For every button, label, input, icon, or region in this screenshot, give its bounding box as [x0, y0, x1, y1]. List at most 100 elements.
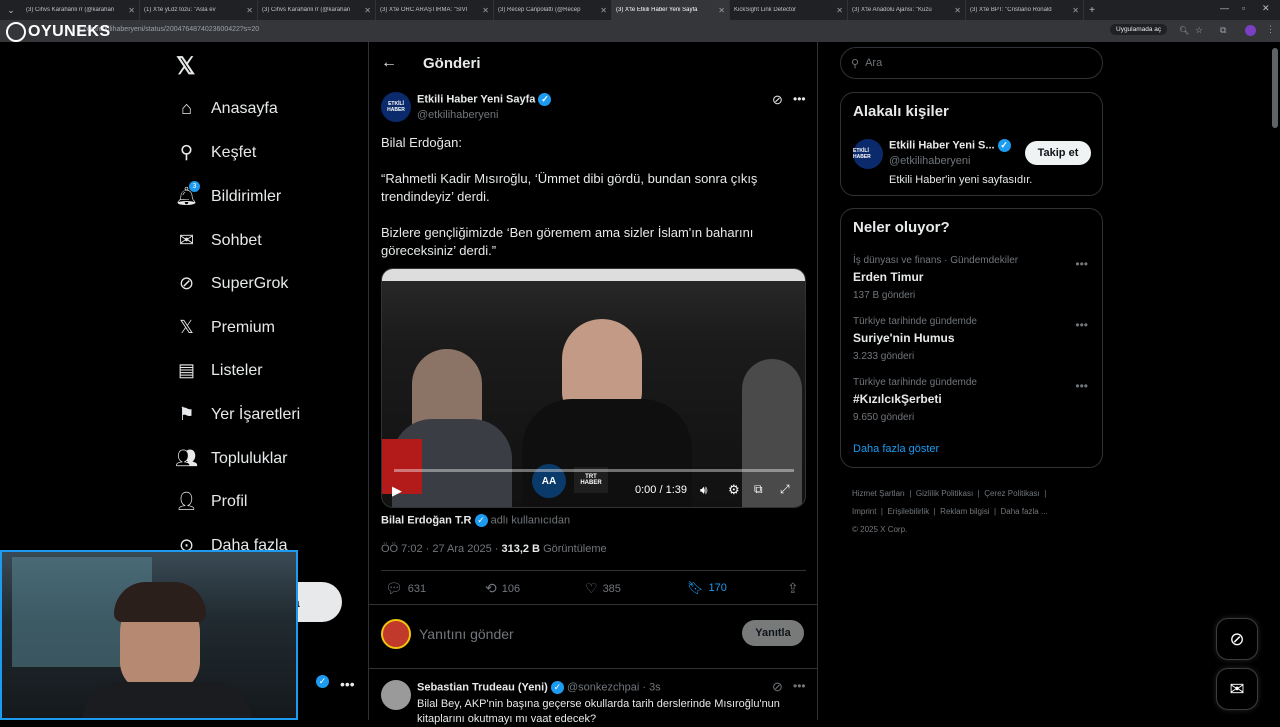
close-icon[interactable]: ✕	[718, 6, 725, 15]
nav-communities[interactable]: 👥︎ Topluluklar	[175, 448, 287, 469]
repost-button[interactable]: ⟲ 106	[485, 580, 520, 597]
x-logo-icon[interactable]: 𝕏	[176, 52, 195, 81]
close-icon[interactable]: ✕	[600, 6, 607, 15]
more-options-icon[interactable]: •••	[793, 92, 806, 106]
video-player[interactable]: AA TRT HABER ▶ 0:00 / 1:39 🔊︎ ⚙ ⧉ ⤢	[381, 268, 806, 508]
like-button[interactable]: ♡ 385	[585, 580, 621, 597]
nav-bookmarks[interactable]: ⚑ Yer İşaretleri	[176, 404, 300, 425]
browser-tab[interactable]: (3) X'te ORC ARAŞTIRMA: "SİVİ ✕	[376, 0, 494, 20]
notification-badge: 3	[189, 181, 200, 192]
browser-tab[interactable]: (3) Cihvs Karahânli rr (@karahan ✕	[258, 0, 376, 20]
trend-item[interactable]: Türkiye tarihinde gündemde Suriye'nin Hu…	[853, 316, 1093, 362]
footer-link[interactable]: Erişilebilirlik	[887, 507, 929, 516]
scrollbar-thumb[interactable]	[1272, 48, 1278, 128]
verified-icon: ✓	[550, 681, 564, 694]
grok-icon[interactable]: ⊘	[772, 679, 783, 695]
zoom-icon[interactable]: 🔍︎	[1179, 26, 1189, 35]
minimize-icon[interactable]: —	[1220, 3, 1229, 13]
messages-floating-button[interactable]: ✉	[1216, 668, 1258, 710]
share-button[interactable]: ⇪	[787, 580, 799, 597]
nav-explore[interactable]: ⚲ Keşfet	[176, 142, 256, 163]
search-box[interactable]: ⚲ Ara	[840, 47, 1103, 79]
reply-author-handle[interactable]: @sonkezchpai	[567, 681, 639, 693]
trend-more-icon[interactable]: •••	[1075, 379, 1088, 393]
tab-list-icon[interactable]: ⌄	[0, 5, 22, 16]
post-timestamp[interactable]: ÖÖ 7:02 · 27 Ara 2025 ·	[381, 543, 498, 555]
nav-messages[interactable]: ✉ Sohbet	[176, 230, 262, 251]
author-name[interactable]: Etkili Haber Yeni Sayfa ✓	[417, 93, 552, 106]
close-icon[interactable]: ✕	[954, 6, 961, 15]
nav-notifications[interactable]: 🔔︎ 3 Bildirimler	[175, 181, 282, 207]
close-icon[interactable]: ✕	[128, 6, 135, 15]
close-icon[interactable]: ✕	[246, 6, 253, 15]
volume-icon[interactable]: 🔊︎	[700, 483, 708, 498]
address-bar[interactable]: x.com/etkilihaberyeni/status/20047648740…	[0, 20, 1280, 42]
related-name[interactable]: Etkili Haber Yeni S... ✓	[889, 139, 1011, 152]
show-more-link[interactable]: Daha fazla göster	[853, 443, 939, 455]
author-handle[interactable]: @etkilihaberyeni	[417, 109, 499, 121]
search-input[interactable]: Ara	[865, 57, 882, 69]
trend-more-icon[interactable]: •••	[1075, 318, 1088, 332]
pip-icon[interactable]: ⧉	[754, 482, 763, 497]
nav-label: Yer İşaretleri	[211, 405, 301, 423]
follow-button[interactable]: Takip et	[1025, 141, 1091, 165]
browser-tab-active[interactable]: (3) X'te Etkili Haber Yeni Sayfa ✕	[612, 0, 730, 20]
nav-lists[interactable]: ▤ Listeler	[176, 360, 263, 381]
browser-tab-bar: ⌄ (3) Cihvs Karahânli rr (@karahan ✕ (1) …	[0, 0, 1280, 20]
footer-link[interactable]: Reklam bilgisi	[940, 507, 989, 516]
open-in-app-chip[interactable]: Uygulamada aç	[1110, 24, 1168, 35]
reply-submit-button[interactable]: Yanıtla	[742, 620, 804, 646]
new-tab-icon[interactable]: +	[1084, 5, 1100, 16]
browser-tab[interactable]: (1) X'te yLdz tozu: "Asla ev ✕	[140, 0, 258, 20]
nav-home[interactable]: ⌂ Anasayfa	[176, 98, 278, 119]
related-handle[interactable]: @etkilihaberyeni	[889, 155, 971, 167]
reply-time[interactable]: · 3s	[642, 681, 660, 693]
grok-floating-button[interactable]: ⊘	[1216, 618, 1258, 660]
settings-icon[interactable]: ⚙	[728, 482, 740, 498]
browser-tab[interactable]: KickSight Link Detector ✕	[730, 0, 848, 20]
trend-item[interactable]: Türkiye tarihinde gündemde #KızılcıkŞerb…	[853, 377, 1093, 423]
video-progress-bar[interactable]	[394, 469, 794, 472]
browser-tab[interactable]: (3) X'te BPT: "Cristiano Ronald ✕	[966, 0, 1084, 20]
bookmark-button[interactable]: 🔖︎ 170	[687, 580, 727, 596]
reply-button[interactable]: 💬︎ 631	[385, 580, 426, 597]
related-avatar[interactable]: ETKİLİ HABER	[853, 139, 883, 169]
footer-link[interactable]: Çerez Politikası	[984, 489, 1040, 498]
reply-input[interactable]: Yanıtını gönder	[419, 626, 514, 642]
trend-item[interactable]: İş dünyası ve finans · Gündemdekiler Erd…	[853, 255, 1093, 301]
restore-icon[interactable]: ▫	[1242, 3, 1245, 13]
nav-profile[interactable]: 👤︎ Profil	[175, 491, 247, 512]
trend-more-icon[interactable]: •••	[1075, 257, 1088, 271]
browser-tab[interactable]: (3) Cihvs Karahânli rr (@karahan ✕	[22, 0, 140, 20]
reply-author-avatar[interactable]	[381, 680, 411, 710]
author-avatar[interactable]: ETKİLİ HABER	[381, 92, 411, 122]
people-icon: 👥︎	[175, 448, 198, 468]
close-icon[interactable]: ✕	[836, 6, 843, 15]
back-arrow-icon[interactable]: ←	[381, 54, 397, 72]
fullscreen-icon[interactable]: ⤢	[780, 482, 790, 497]
account-more-icon[interactable]: •••	[340, 676, 355, 692]
grok-icon[interactable]: ⊘	[772, 92, 783, 108]
footer-link[interactable]: Daha fazla ...	[1001, 507, 1048, 516]
reply-author-name[interactable]: Sebastian Trudeau (Yeni)	[417, 681, 548, 693]
browser-tab[interactable]: (3) Recep Canpolattı (@Recep ✕	[494, 0, 612, 20]
mail-icon: ✉	[1229, 678, 1245, 699]
close-window-icon[interactable]: ✕	[1262, 3, 1270, 14]
nav-premium[interactable]: 𝕏 Premium	[176, 317, 275, 338]
close-icon[interactable]: ✕	[364, 6, 371, 15]
play-icon[interactable]: ▶	[392, 483, 402, 499]
browser-tab[interactable]: (3) X'te Anadolu Ajansı: "Kuzu ✕	[848, 0, 966, 20]
more-options-icon[interactable]: •••	[793, 679, 806, 693]
nav-label: Bildirimler	[211, 187, 282, 205]
footer-link[interactable]: Imprint	[852, 507, 876, 516]
star-icon[interactable]: ☆	[1195, 25, 1203, 36]
credit-name[interactable]: Bilal Erdoğan T.R	[381, 514, 471, 526]
close-icon[interactable]: ✕	[482, 6, 489, 15]
close-icon[interactable]: ✕	[1072, 6, 1079, 15]
footer-link[interactable]: Hizmet Şartları	[852, 489, 905, 498]
menu-icon[interactable]: ⋮	[1266, 24, 1275, 35]
nav-supergrok[interactable]: ⊘ SuperGrok	[176, 273, 288, 294]
footer-link[interactable]: Gizlilik Politikası	[916, 489, 973, 498]
extensions-icon[interactable]: ⧉	[1220, 25, 1226, 36]
profile-avatar[interactable]	[1245, 25, 1256, 36]
